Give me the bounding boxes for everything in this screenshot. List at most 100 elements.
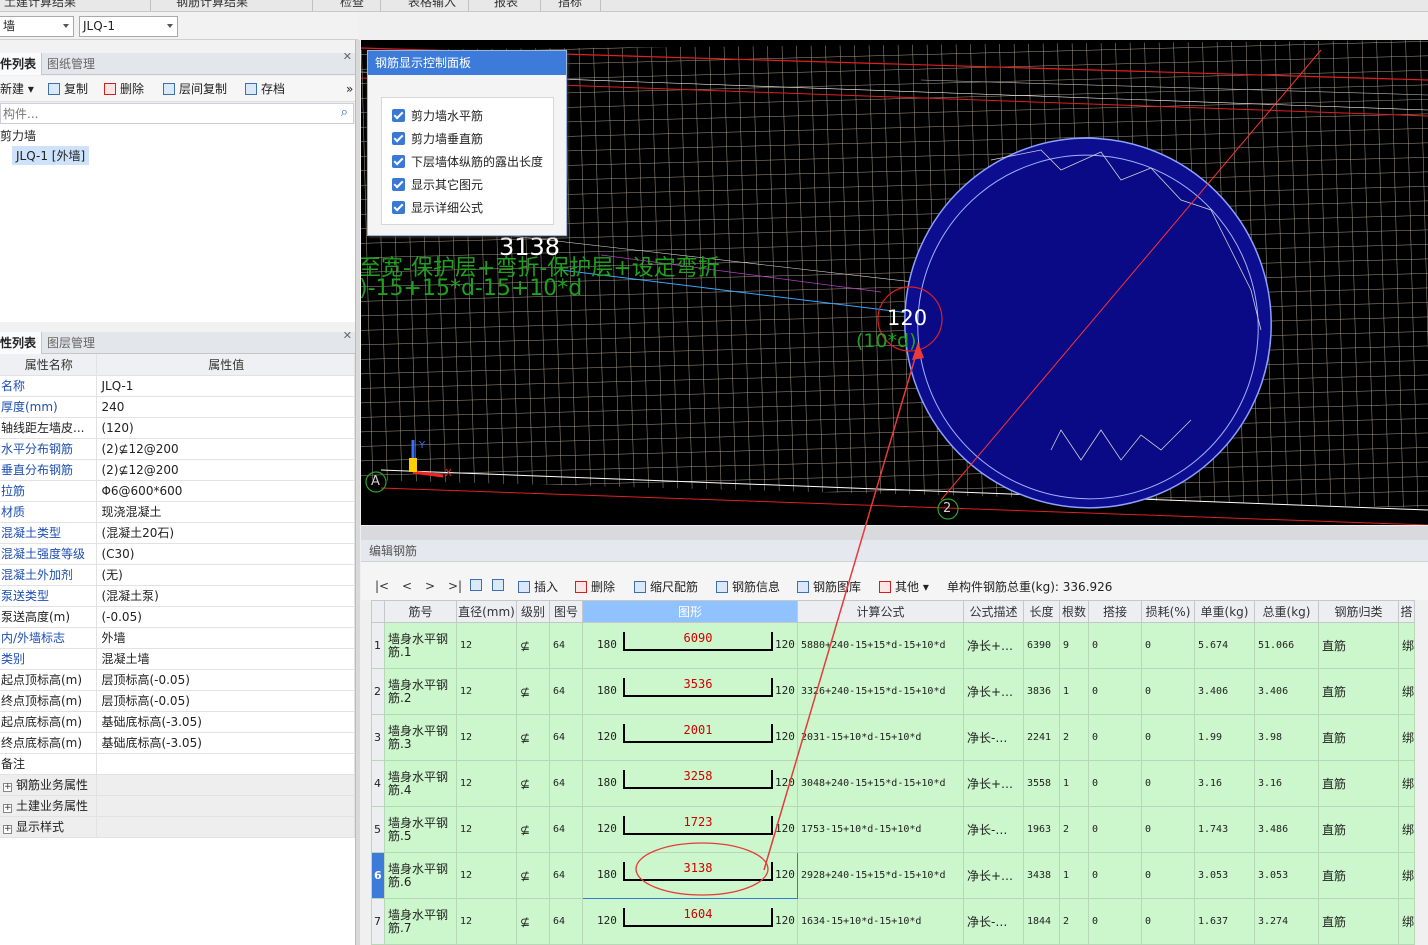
cell-cat[interactable]: 直筋 (1318, 622, 1399, 669)
cell-x[interactable]: 绑 (1397, 852, 1416, 899)
cell-formula[interactable]: 3048+240-15+15*d-15+10*d (797, 760, 964, 807)
cell-desc[interactable]: 净长+… (963, 622, 1024, 669)
cell-formula[interactable]: 2031-15+10*d-15+10*d (797, 714, 964, 761)
cell-total[interactable]: 51.066 (1254, 622, 1319, 669)
property-row[interactable]: 混凝土类型 (混凝土20石) (0, 522, 355, 544)
shape-mid-length[interactable]: 6090 (623, 629, 773, 653)
cell-unit[interactable]: 3.16 (1194, 760, 1255, 807)
cell-lap[interactable]: 0 (1088, 806, 1142, 853)
row-index[interactable]: 7 (371, 898, 385, 945)
menu-item-check[interactable]: 检查 (340, 0, 364, 10)
cell-name[interactable]: 墙身水平钢筋.2 (384, 668, 457, 715)
table-row[interactable]: 1 墙身水平钢筋.1 12 ⊈ 64 180 6090 120 5880+240-15+15*d… (371, 622, 1416, 669)
checkbox-shear-wall-vertical[interactable]: 剪力墙垂直筋 (392, 131, 483, 149)
cell-x[interactable]: 绑 (1397, 806, 1416, 853)
cell-loss[interactable]: 0 (1141, 806, 1195, 853)
other-button[interactable]: 其他 ▾ (879, 578, 929, 595)
cell-fig[interactable]: 64 (549, 668, 583, 715)
expand-icon[interactable]: + (3, 825, 12, 834)
cell-cat[interactable]: 直筋 (1318, 898, 1399, 945)
cell-grade[interactable]: ⊈ (516, 898, 550, 945)
cell-cat[interactable]: 直筋 (1318, 668, 1399, 715)
property-value[interactable]: 层顶标高(-0.05) (96, 690, 355, 712)
checkbox-show-other-elements[interactable]: 显示其它图元 (392, 177, 483, 195)
cell-x[interactable]: 绑 (1397, 714, 1416, 761)
cell-desc[interactable]: 净长-… (963, 898, 1024, 945)
checkbox-show-detailed-formula[interactable]: 显示详细公式 (392, 200, 483, 218)
cell-d[interactable]: 12 (456, 898, 517, 945)
property-row[interactable]: 混凝土强度等级 (C30) (0, 543, 355, 565)
cell-loss[interactable]: 0 (1141, 714, 1195, 761)
tab-layer-management[interactable]: 图层管理 (42, 332, 100, 354)
row-index[interactable]: 3 (371, 714, 385, 761)
property-value[interactable]: 基础底标高(-3.05) (96, 711, 355, 733)
cell-loss[interactable]: 0 (1141, 668, 1195, 715)
property-row[interactable]: 垂直分布钢筋 (2)⊈12@200 (0, 459, 355, 481)
property-row[interactable]: 终点顶标高(m) 层顶标高(-0.05) (0, 690, 355, 712)
column-header[interactable]: 图形 (582, 600, 798, 623)
cell-name[interactable]: 墙身水平钢筋.4 (384, 760, 457, 807)
column-header[interactable]: 图号 (549, 600, 583, 623)
archive-button[interactable]: 存档 (245, 81, 285, 97)
column-header[interactable]: 总重(kg) (1254, 600, 1319, 623)
rebar-shape-cell[interactable]: 180 3138 120 (582, 852, 798, 899)
cell-total[interactable]: 3.406 (1254, 668, 1319, 715)
row-index[interactable]: 4 (371, 760, 385, 807)
cell-x[interactable]: 绑 (1397, 898, 1416, 945)
cell-grade[interactable]: ⊈ (516, 668, 550, 715)
cell-name[interactable]: 墙身水平钢筋.1 (384, 622, 457, 669)
property-value[interactable]: 基础底标高(-3.05) (96, 732, 355, 754)
cell-cat[interactable]: 直筋 (1318, 714, 1399, 761)
cell-lap[interactable]: 0 (1088, 760, 1142, 807)
shape-mid-length[interactable]: 1723 (623, 813, 773, 837)
table-row[interactable]: 5 墙身水平钢筋.5 12 ⊈ 64 120 1723 120 1753-15+10*d-15+… (371, 806, 1416, 853)
property-value[interactable]: JLQ-1 (96, 375, 355, 397)
cell-unit[interactable]: 1.99 (1194, 714, 1255, 761)
cell-lap[interactable]: 0 (1088, 622, 1142, 669)
property-value[interactable]: 外墙 (96, 627, 355, 649)
shape-mid-length[interactable]: 1604 (623, 905, 773, 929)
cell-n[interactable]: 2 (1059, 714, 1089, 761)
property-value[interactable]: 混凝土墙 (96, 648, 355, 670)
cell-cat[interactable]: 直筋 (1318, 806, 1399, 853)
cell-len[interactable]: 3836 (1023, 668, 1060, 715)
expand-icon[interactable]: + (3, 783, 12, 792)
column-header[interactable]: 长度 (1023, 600, 1060, 623)
column-header[interactable]: 损耗(%) (1141, 600, 1195, 623)
rebar-library-button[interactable]: 钢筋图库 (797, 578, 861, 595)
cell-fig[interactable]: 64 (549, 898, 583, 945)
cell-len[interactable]: 6390 (1023, 622, 1060, 669)
checkbox-shear-wall-horizontal[interactable]: 剪力墙水平筋 (392, 108, 483, 126)
cell-desc[interactable]: 净长-… (963, 714, 1024, 761)
last-record-button[interactable]: >| (448, 579, 462, 593)
cell-lap[interactable]: 0 (1088, 852, 1142, 899)
property-row[interactable]: 材质 现浇混凝土 (0, 501, 355, 523)
rebar-shape-cell[interactable]: 120 1723 120 (582, 806, 798, 853)
shape-mid-length[interactable]: 2001 (623, 721, 773, 745)
property-row[interactable]: 水平分布钢筋 (2)⊈12@200 (0, 438, 355, 460)
cell-n[interactable]: 2 (1059, 806, 1089, 853)
rebar-shape-cell[interactable]: 180 3258 120 (582, 760, 798, 807)
cell-x[interactable]: 绑 (1397, 668, 1416, 715)
property-value[interactable]: (无) (96, 564, 355, 586)
cell-lap[interactable]: 0 (1088, 898, 1142, 945)
cell-cat[interactable]: 直筋 (1318, 760, 1399, 807)
table-row[interactable]: 7 墙身水平钢筋.7 12 ⊈ 64 120 1604 120 1634-15+10*d-15+… (371, 898, 1416, 945)
cell-loss[interactable]: 0 (1141, 852, 1195, 899)
cell-total[interactable]: 3.486 (1254, 806, 1319, 853)
property-value[interactable]: (混凝土泵) (96, 585, 355, 607)
cell-d[interactable]: 12 (456, 760, 517, 807)
cell-loss[interactable]: 0 (1141, 760, 1195, 807)
row-index[interactable]: 6 (371, 852, 385, 899)
cell-formula[interactable]: 1753-15+10*d-15+10*d (797, 806, 964, 853)
cell-len[interactable]: 1963 (1023, 806, 1060, 853)
property-group[interactable]: + 钢筋业务属性 (0, 774, 355, 796)
row-index[interactable]: 1 (371, 622, 385, 669)
cell-total[interactable]: 3.16 (1254, 760, 1319, 807)
insert-button[interactable]: 插入 (518, 578, 558, 595)
cell-n[interactable]: 1 (1059, 668, 1089, 715)
move-down-button[interactable] (492, 578, 508, 592)
tab-drawing-management[interactable]: 图纸管理 (42, 53, 100, 75)
next-record-button[interactable]: > (425, 579, 435, 593)
menu-item-index[interactable]: 指标 (558, 0, 582, 10)
